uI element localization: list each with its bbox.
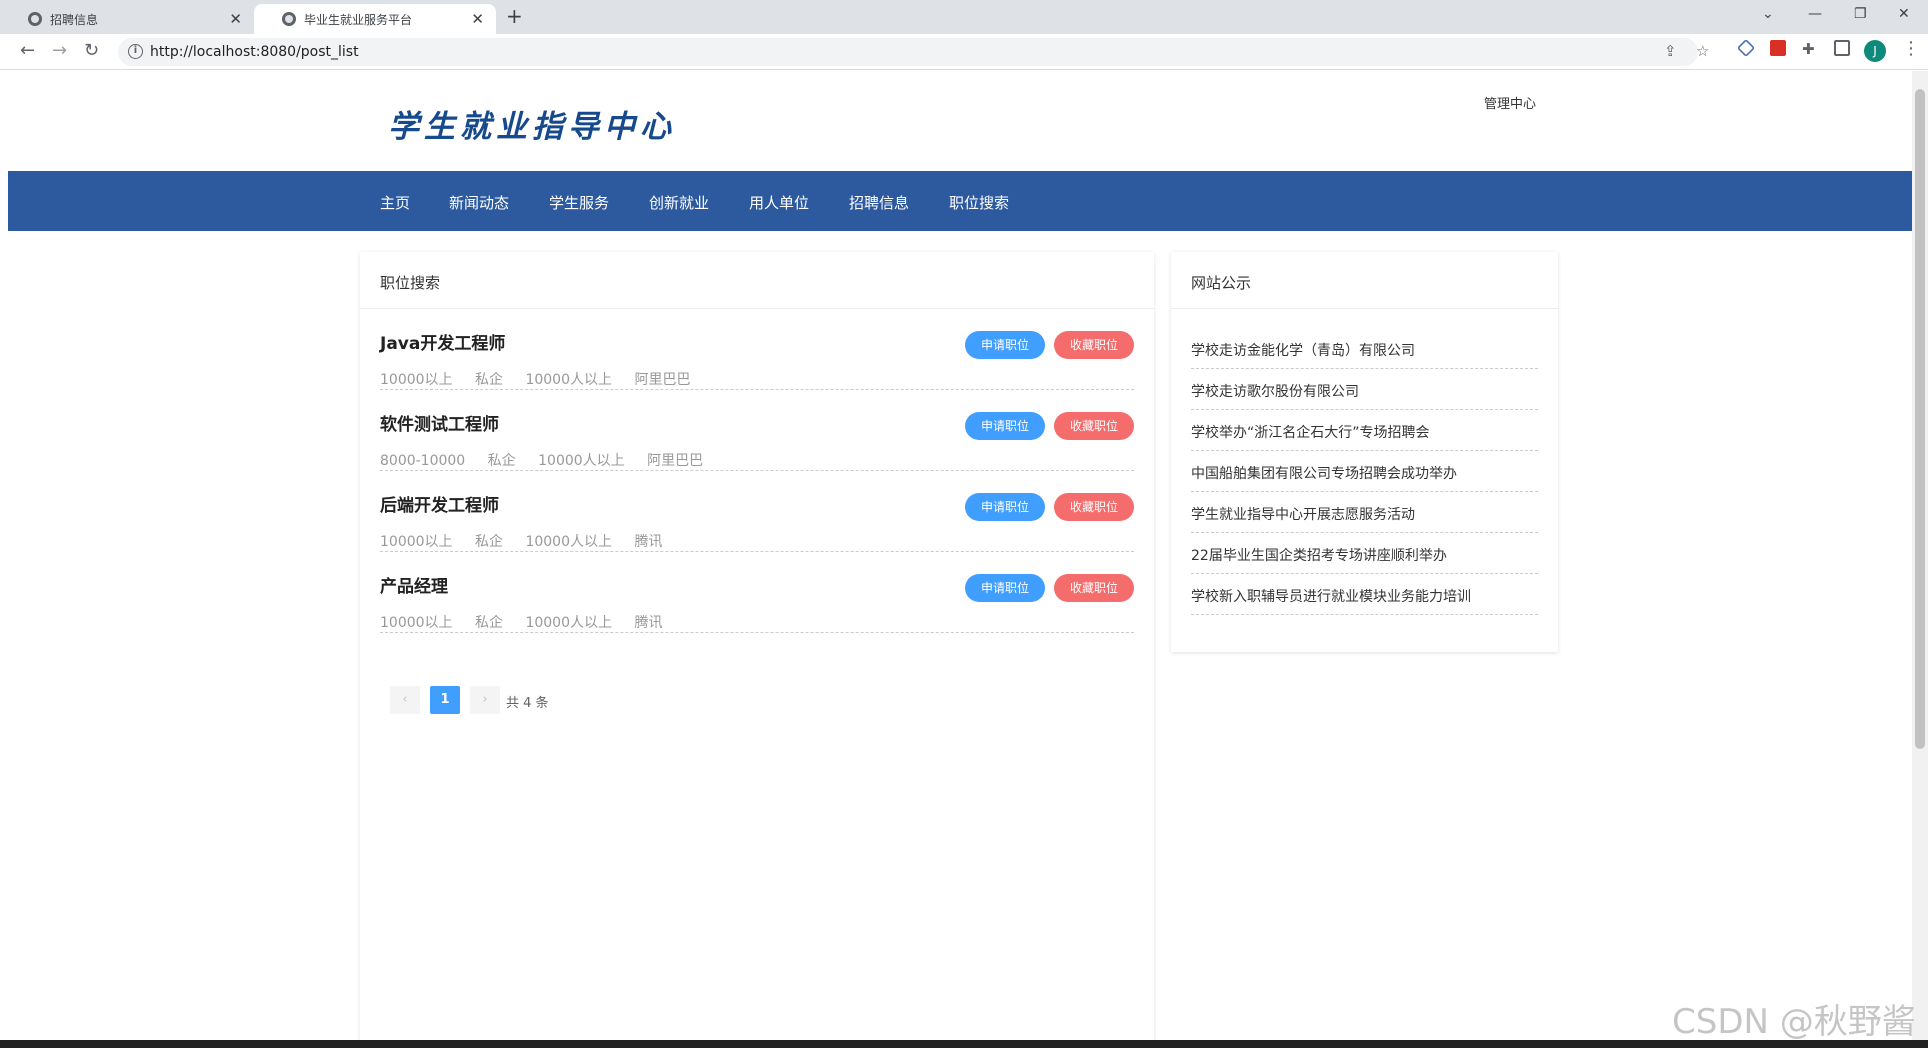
nav-item-job-search[interactable]: 职位搜索	[949, 192, 1009, 213]
browser-toolbar: ← → ↻ i http://localhost:8080/post_list …	[0, 34, 1928, 70]
nav-item-news[interactable]: 新闻动态	[449, 192, 509, 213]
job-item: Java开发工程师 申请职位 收藏职位 10000以上 私企 10000人以上 …	[380, 309, 1134, 390]
info-icon[interactable]: i	[128, 44, 143, 59]
job-title[interactable]: 产品经理	[380, 572, 448, 597]
site-header: 学生就业指导中心 管理中心	[8, 71, 1912, 171]
job-company-size: 10000人以上	[525, 615, 612, 631]
job-meta: 8000-10000 私企 10000人以上 阿里巴巴	[380, 450, 721, 470]
job-company-size: 10000人以上	[525, 534, 612, 550]
job-title[interactable]: Java开发工程师	[380, 329, 505, 354]
url-text[interactable]: http://localhost:8080/post_list	[150, 44, 359, 60]
job-title[interactable]: 后端开发工程师	[380, 491, 499, 516]
nav-item-student-service[interactable]: 学生服务	[549, 192, 609, 213]
notice-item[interactable]: 学校新入职辅导员进行就业模块业务能力培训	[1191, 574, 1538, 615]
job-search-panel: 职位搜索 Java开发工程师 申请职位 收藏职位 10000以上 私企 1000…	[360, 252, 1154, 1040]
favorite-job-button[interactable]: 收藏职位	[1054, 412, 1134, 440]
page-number-button[interactable]: 1	[430, 686, 460, 714]
nav-item-home[interactable]: 主页	[380, 192, 410, 213]
tab-search-icon[interactable]: ⌄	[1762, 6, 1774, 22]
tab-title: 招聘信息	[50, 12, 99, 27]
minimize-icon[interactable]: —	[1808, 6, 1822, 22]
nav-item-employers[interactable]: 用人单位	[749, 192, 809, 213]
apply-job-button[interactable]: 申请职位	[965, 574, 1045, 602]
notice-item[interactable]: 学校举办“浙江名企石大行”专场招聘会	[1191, 410, 1538, 451]
page-viewport: 学生就业指导中心 管理中心 主页 新闻动态 学生服务 创新就业 用人单位 招聘信…	[8, 71, 1912, 1040]
restore-icon[interactable]: ❐	[1854, 6, 1867, 22]
job-title[interactable]: 软件测试工程师	[380, 410, 499, 435]
job-meta: 10000以上 私企 10000人以上 阿里巴巴	[380, 369, 708, 389]
nav-item-innovation[interactable]: 创新就业	[649, 192, 709, 213]
job-company-size: 10000人以上	[525, 372, 612, 388]
favorite-job-button[interactable]: 收藏职位	[1054, 493, 1134, 521]
browser-tab-active[interactable]: 毕业生就业服务平台 ✕	[254, 4, 496, 34]
bookmark-star-icon[interactable]: ☆	[1696, 42, 1709, 60]
back-arrow-icon[interactable]: ←	[20, 40, 35, 61]
reload-icon[interactable]: ↻	[84, 40, 99, 61]
pagination-total: 共 4 条	[506, 696, 549, 711]
panel-title: 网站公示	[1171, 252, 1558, 309]
panel-title: 职位搜索	[360, 252, 1154, 309]
window-close-icon[interactable]: ✕	[1898, 6, 1910, 22]
page-scrollbar[interactable]	[1912, 71, 1928, 1040]
job-company-type: 私企	[475, 534, 503, 550]
notice-panel: 网站公示 学校走访金能化学（青岛）有限公司 学校走访歌尔股份有限公司 学校举办“…	[1171, 252, 1558, 652]
main-nav: 主页 新闻动态 学生服务 创新就业 用人单位 招聘信息 职位搜索	[8, 171, 1912, 231]
job-salary: 10000以上	[380, 615, 453, 631]
notice-item[interactable]: 22届毕业生国企类招考专场讲座顺利举办	[1191, 533, 1538, 574]
nav-item-recruitment[interactable]: 招聘信息	[849, 192, 909, 213]
job-salary: 10000以上	[380, 534, 453, 550]
apply-job-button[interactable]: 申请职位	[965, 412, 1045, 440]
globe-icon	[28, 12, 42, 26]
job-company: 腾讯	[634, 534, 663, 550]
close-icon[interactable]: ✕	[229, 10, 242, 28]
notice-item[interactable]: 中国船舶集团有限公司专场招聘会成功举办	[1191, 451, 1538, 492]
job-company: 阿里巴巴	[634, 372, 691, 388]
admin-center-link[interactable]: 管理中心	[1484, 93, 1536, 112]
close-icon[interactable]: ✕	[471, 10, 484, 28]
browser-tab[interactable]: 招聘信息 ✕	[0, 4, 254, 34]
extension-icon[interactable]	[1770, 40, 1786, 56]
job-salary: 10000以上	[380, 372, 453, 388]
job-item: 后端开发工程师 申请职位 收藏职位 10000以上 私企 10000人以上 腾讯	[380, 471, 1134, 552]
job-company: 腾讯	[634, 615, 663, 631]
job-item: 软件测试工程师 申请职位 收藏职位 8000-10000 私企 10000人以上…	[380, 390, 1134, 471]
job-meta: 10000以上 私企 10000人以上 腾讯	[380, 531, 680, 551]
forward-arrow-icon[interactable]: →	[52, 40, 67, 61]
favorite-job-button[interactable]: 收藏职位	[1054, 331, 1134, 359]
puzzle-icon[interactable]: ✚	[1802, 40, 1818, 58]
watermark: CSDN @秋野酱	[1672, 1002, 1916, 1042]
browser-tab-bar: 招聘信息 ✕ 毕业生就业服务平台 ✕ + ⌄ — ❐ ✕	[0, 0, 1928, 34]
share-icon[interactable]: ⇪	[1664, 42, 1677, 60]
next-page-button[interactable]: ›	[470, 686, 500, 714]
favorite-job-button[interactable]: 收藏职位	[1054, 574, 1134, 602]
new-tab-button[interactable]: +	[506, 4, 523, 28]
tab-title: 毕业生就业服务平台	[304, 12, 413, 27]
notice-item[interactable]: 学生就业指导中心开展志愿服务活动	[1191, 492, 1538, 533]
job-company-type: 私企	[487, 453, 516, 469]
apply-job-button[interactable]: 申请职位	[965, 493, 1045, 521]
prev-page-button[interactable]: ‹	[390, 686, 420, 714]
job-item: 产品经理 申请职位 收藏职位 10000以上 私企 10000人以上 腾讯	[380, 552, 1134, 633]
taskbar-strip	[0, 1040, 1928, 1048]
job-company-size: 10000人以上	[538, 453, 625, 469]
job-company-type: 私企	[475, 615, 503, 631]
avatar[interactable]: J	[1864, 40, 1886, 62]
job-meta: 10000以上 私企 10000人以上 腾讯	[380, 612, 680, 632]
notice-item[interactable]: 学校走访歌尔股份有限公司	[1191, 369, 1538, 410]
job-company: 阿里巴巴	[647, 453, 704, 469]
side-panel-icon[interactable]	[1834, 40, 1850, 56]
scrollbar-thumb[interactable]	[1915, 89, 1925, 749]
job-company-type: 私企	[475, 372, 503, 388]
job-salary: 8000-10000	[380, 453, 466, 469]
menu-icon[interactable]: ⋮	[1902, 38, 1920, 59]
globe-icon	[282, 12, 296, 26]
apply-job-button[interactable]: 申请职位	[965, 331, 1045, 359]
site-logo[interactable]: 学生就业指导中心	[388, 101, 676, 146]
extension-icon[interactable]	[1736, 38, 1756, 58]
notice-item[interactable]: 学校走访金能化学（青岛）有限公司	[1191, 328, 1538, 369]
address-bar[interactable]: i http://localhost:8080/post_list ⇪ ☆	[118, 38, 1709, 66]
